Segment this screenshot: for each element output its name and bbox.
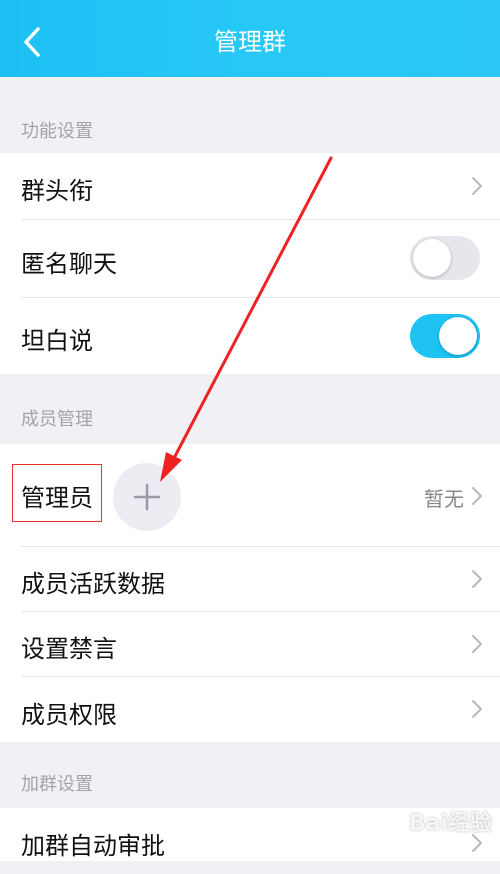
annotation-arrow: [160, 156, 333, 482]
watermark: Bai经验: [408, 811, 492, 836]
